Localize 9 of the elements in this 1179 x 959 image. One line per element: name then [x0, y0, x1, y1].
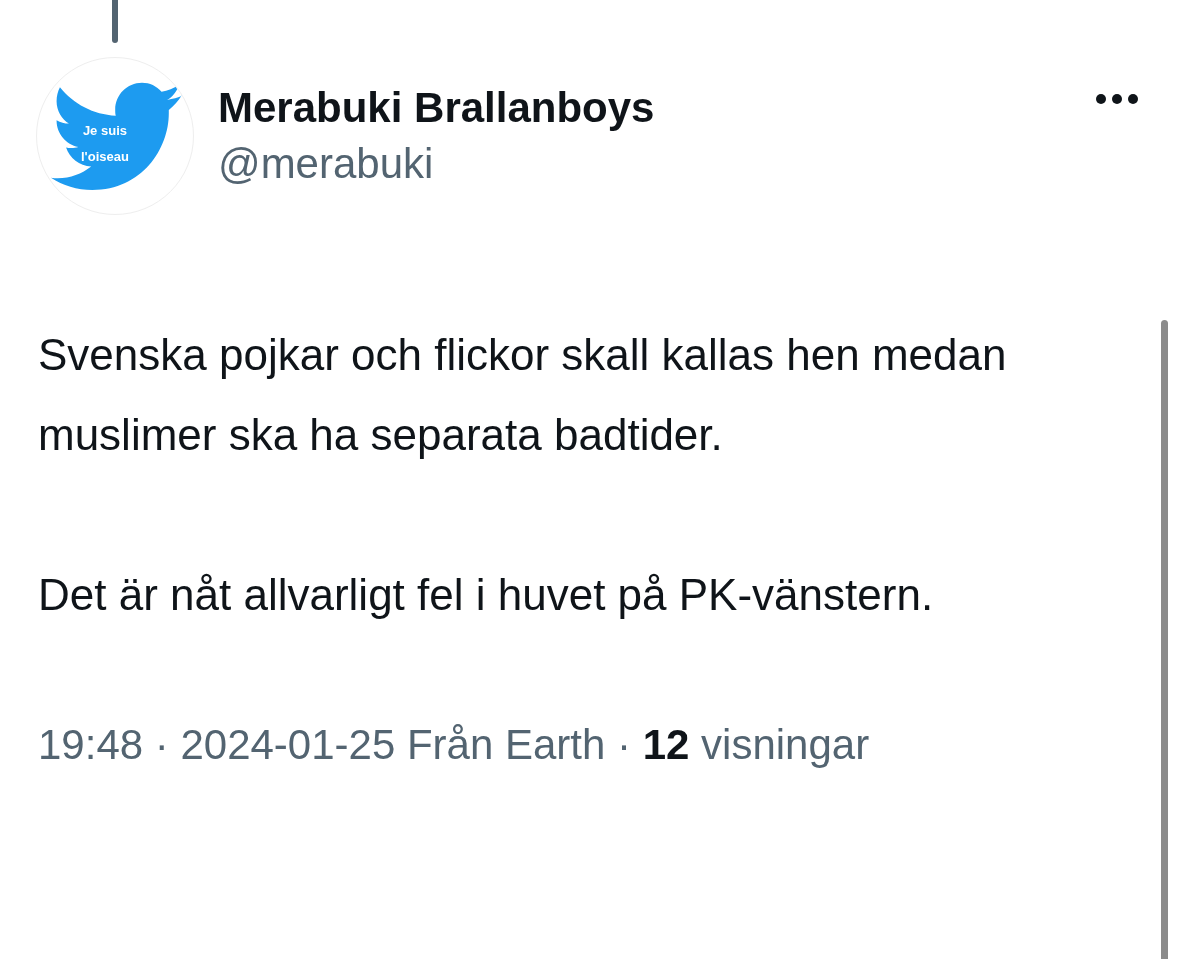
author-handle[interactable]: @merabuki [218, 136, 1095, 192]
author-name[interactable]: Merabuki Brallanboys [218, 80, 1095, 136]
scrollbar-thumb[interactable] [1161, 320, 1168, 959]
tweet-metadata: 19:48 · 2024-01-25 Från Earth · 12 visningar [37, 720, 871, 770]
avatar-caption: Je suis [82, 122, 127, 140]
more-icon[interactable] [1095, 93, 1139, 105]
tweet-text: Svenska pojkar och flickor skall kallas hen medan muslimer ska ha separata badtider. [38, 329, 1008, 461]
avatar-caption: l'oiseau [81, 148, 129, 166]
tweet-text: Det är nåt allvarligt fel i huvet på PK-vänstern. [38, 569, 935, 621]
